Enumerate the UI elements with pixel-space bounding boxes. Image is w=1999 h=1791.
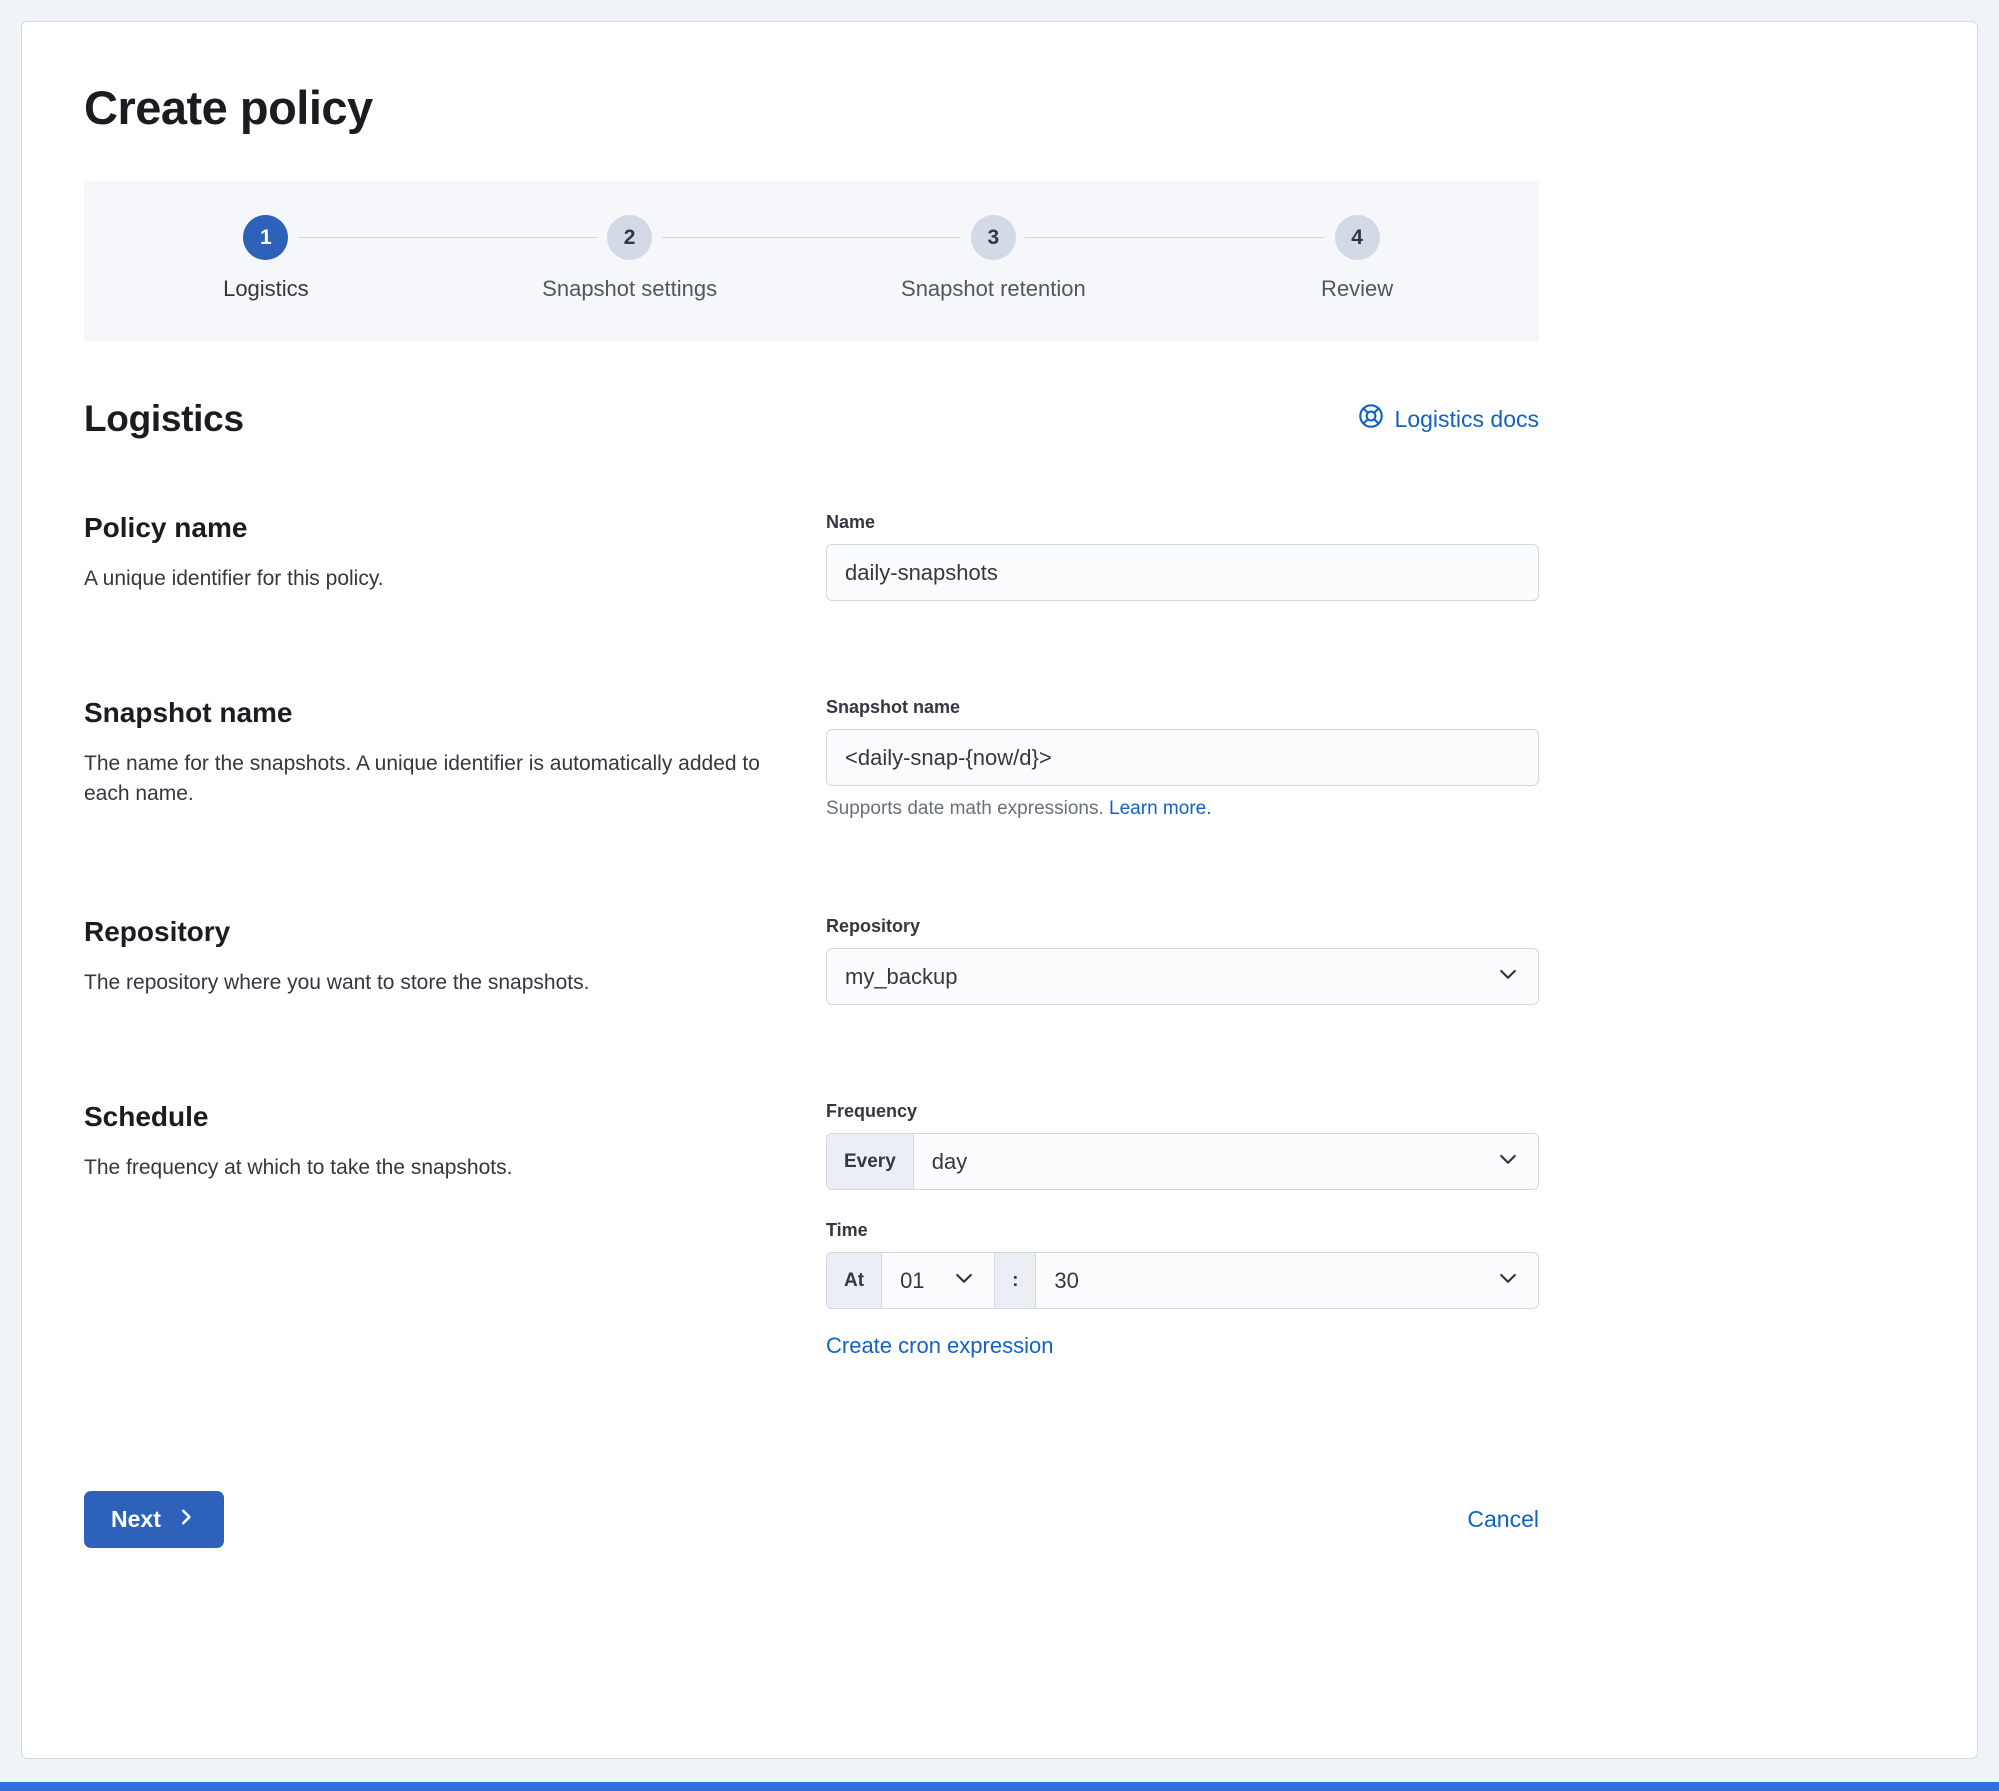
section-title: Logistics	[84, 398, 244, 439]
minute-select-value: 30	[1054, 1267, 1079, 1293]
time-separator: :	[994, 1253, 1037, 1308]
cancel-link[interactable]: Cancel	[1467, 1506, 1539, 1533]
repository-select[interactable]: my_backup	[826, 948, 1539, 1005]
next-button[interactable]: Next	[84, 1491, 224, 1548]
chevron-down-icon	[1496, 962, 1520, 992]
step-snapshot-settings: 2 Snapshot settings	[297, 215, 812, 302]
chevron-down-icon	[952, 1266, 976, 1296]
step-4-label: Review	[1321, 276, 1394, 301]
step-2-circle: 2	[607, 215, 653, 260]
frequency-select-value: day	[931, 1148, 968, 1174]
step-1-label: Logistics	[223, 276, 309, 301]
time-prepend-label: At	[827, 1253, 883, 1308]
form-row-schedule: Schedule The frequency at which to take …	[84, 1101, 1539, 1359]
page-title: Create policy	[84, 81, 373, 134]
wizard-footer: Next Cancel	[84, 1491, 1539, 1548]
chevron-right-icon	[175, 1506, 197, 1534]
snapshot-name-heading: Snapshot name	[84, 697, 293, 728]
step-logistics[interactable]: 1 Logistics	[84, 215, 448, 302]
time-field-label: Time	[826, 1220, 868, 1240]
time-group: At 01 : 30	[826, 1252, 1539, 1309]
step-indicator: 1 Logistics 2 Snapshot settings 3 Snapsh…	[84, 181, 1539, 342]
create-cron-expression-link[interactable]: Create cron expression	[826, 1333, 1053, 1359]
snapshot-name-help: Supports date math expressions. Learn mo…	[826, 798, 1539, 820]
schedule-description: The frequency at which to take the snaps…	[84, 1156, 513, 1179]
repository-field-label: Repository	[826, 916, 921, 936]
form-row-repository: Repository The repository where you want…	[84, 916, 1539, 1005]
snapshot-name-description: The name for the snapshots. A unique ide…	[84, 752, 760, 806]
step-snapshot-retention: 3 Snapshot retention	[661, 215, 1176, 302]
policy-name-input[interactable]	[826, 544, 1539, 601]
help-icon	[1358, 403, 1384, 435]
hour-select[interactable]: 01	[882, 1253, 994, 1308]
frequency-group: Every day	[826, 1133, 1539, 1190]
step-3-label: Snapshot retention	[901, 276, 1086, 301]
frequency-prepend-label: Every	[827, 1134, 914, 1189]
hour-select-value: 01	[900, 1267, 925, 1293]
step-4-circle: 4	[1334, 215, 1380, 260]
bottom-accent-bar	[0, 1782, 1999, 1791]
chevron-down-icon	[1496, 1147, 1520, 1177]
repository-heading: Repository	[84, 916, 231, 947]
step-2-label: Snapshot settings	[542, 276, 718, 301]
snapshot-name-field-label: Snapshot name	[826, 697, 961, 717]
chevron-down-icon	[1496, 1266, 1520, 1296]
minute-select[interactable]: 30	[1036, 1253, 1538, 1308]
learn-more-link[interactable]: Learn more.	[1109, 798, 1211, 819]
logistics-docs-link[interactable]: Logistics docs	[1358, 403, 1539, 435]
form-row-snapshot-name: Snapshot name The name for the snapshots…	[84, 697, 1539, 820]
next-button-label: Next	[111, 1506, 161, 1532]
repository-select-value: my_backup	[845, 963, 958, 989]
section-head: Logistics Logistics docs	[84, 398, 1539, 440]
policy-name-heading: Policy name	[84, 512, 248, 543]
snapshot-name-input[interactable]	[826, 729, 1539, 786]
snapshot-name-help-text: Supports date math expressions.	[826, 798, 1104, 819]
name-field-label: Name	[826, 512, 876, 532]
schedule-heading: Schedule	[84, 1101, 209, 1132]
form-row-policy-name: Policy name A unique identifier for this…	[84, 512, 1539, 601]
create-policy-card: Create policy 1 Logistics 2 Snapshot set…	[21, 21, 1978, 1759]
step-3-circle: 3	[970, 215, 1016, 260]
repository-description: The repository where you want to store t…	[84, 971, 590, 994]
step-1-circle: 1	[243, 215, 289, 260]
frequency-select[interactable]: day	[914, 1134, 1538, 1189]
step-review: 4 Review	[1025, 215, 1539, 302]
logistics-docs-label: Logistics docs	[1394, 405, 1539, 432]
policy-name-description: A unique identifier for this policy.	[84, 567, 384, 590]
frequency-field-label: Frequency	[826, 1101, 918, 1121]
